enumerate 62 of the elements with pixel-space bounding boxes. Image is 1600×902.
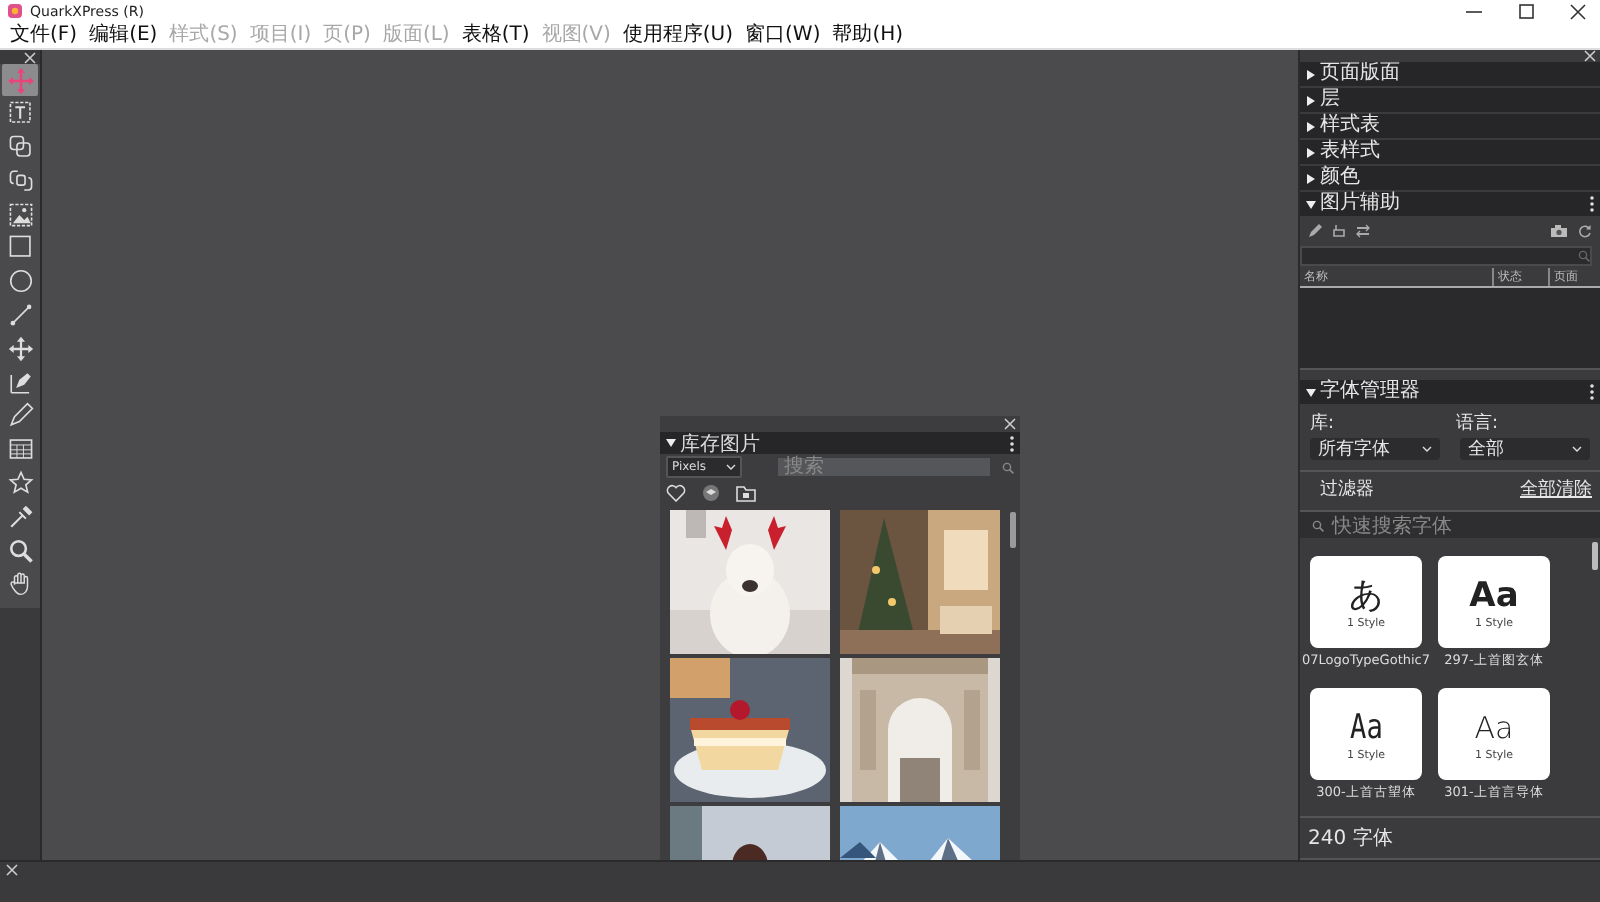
dropdown[interactable]: 全部 (1460, 438, 1590, 460)
menu-item[interactable]: 窗口(W) (739, 22, 827, 48)
heart-icon[interactable] (666, 484, 686, 502)
linked-boxes-icon (7, 134, 33, 161)
eyedropper-icon (7, 503, 33, 530)
close-icon[interactable] (1568, 3, 1588, 19)
scrollbar-thumb[interactable] (1010, 512, 1016, 548)
star-icon (7, 470, 33, 497)
triangle-down-icon[interactable] (666, 438, 676, 448)
folder-icon[interactable] (736, 484, 756, 502)
triangle-down-icon[interactable] (1306, 387, 1316, 397)
triangle-right-icon[interactable] (1306, 173, 1316, 184)
caret-icon (726, 464, 736, 470)
field-label: 语言: (1456, 411, 1501, 436)
filter-link[interactable]: 过滤器 (1320, 478, 1374, 502)
swap-icon[interactable] (1356, 224, 1370, 239)
menu-item[interactable]: 使用程序(U) (616, 22, 740, 48)
zoom-icon (7, 537, 33, 564)
four-arrows-icon (7, 335, 33, 362)
font-sample: Aa (1469, 574, 1519, 617)
pencil-icon[interactable] (1308, 224, 1322, 239)
caret-icon (1572, 446, 1582, 452)
menu-item[interactable]: 表格(T) (455, 22, 536, 48)
search-icon[interactable] (1002, 461, 1014, 473)
font-sample: あ (1349, 574, 1383, 617)
search-icon (1312, 519, 1324, 531)
caret-icon (1422, 446, 1432, 452)
search-icon (1578, 249, 1590, 262)
dropdown[interactable]: 所有字体 (1310, 438, 1440, 460)
clear-all-link[interactable]: 全部清除 (1520, 478, 1592, 502)
font-count: 240 字体 (1300, 816, 1600, 858)
pencil-icon (7, 402, 33, 429)
triangle-right-icon[interactable] (1306, 121, 1316, 132)
text-box-icon (7, 100, 33, 127)
line-icon (7, 302, 33, 329)
layers-icon[interactable] (702, 484, 720, 502)
pen-icon (7, 369, 33, 396)
refresh-icon[interactable] (1578, 224, 1592, 239)
picture-box-icon (7, 201, 33, 228)
hand-icon (7, 570, 33, 597)
triangle-down-icon[interactable] (1306, 199, 1316, 210)
menu-item[interactable]: 文件(F) (4, 22, 84, 48)
table-icon (7, 436, 33, 463)
font-search-field[interactable]: 快速搜索字体 (1300, 510, 1600, 538)
camera-icon[interactable] (1550, 224, 1568, 239)
menu-item[interactable]: 帮助(H) (826, 22, 910, 48)
move-arrows-icon (7, 67, 33, 93)
font-sample: Aa (1349, 705, 1383, 749)
scrollbar-thumb[interactable] (1592, 542, 1598, 570)
search-field[interactable] (1300, 245, 1592, 266)
menu-item[interactable]: 编辑(E) (83, 22, 164, 48)
rectangle-icon (7, 234, 33, 261)
field-label: 库: (1310, 411, 1337, 436)
palette-title: 库存图片 (680, 431, 762, 457)
app-logo-icon (8, 4, 22, 18)
triangle-right-icon[interactable] (1306, 69, 1316, 80)
triangle-right-icon[interactable] (1306, 147, 1316, 158)
maximize-icon[interactable] (1516, 3, 1536, 19)
circle-icon (7, 268, 33, 295)
triangle-right-icon[interactable] (1306, 95, 1316, 106)
unlinked-boxes-icon (7, 167, 33, 194)
font-sample: Aa (1474, 707, 1514, 749)
